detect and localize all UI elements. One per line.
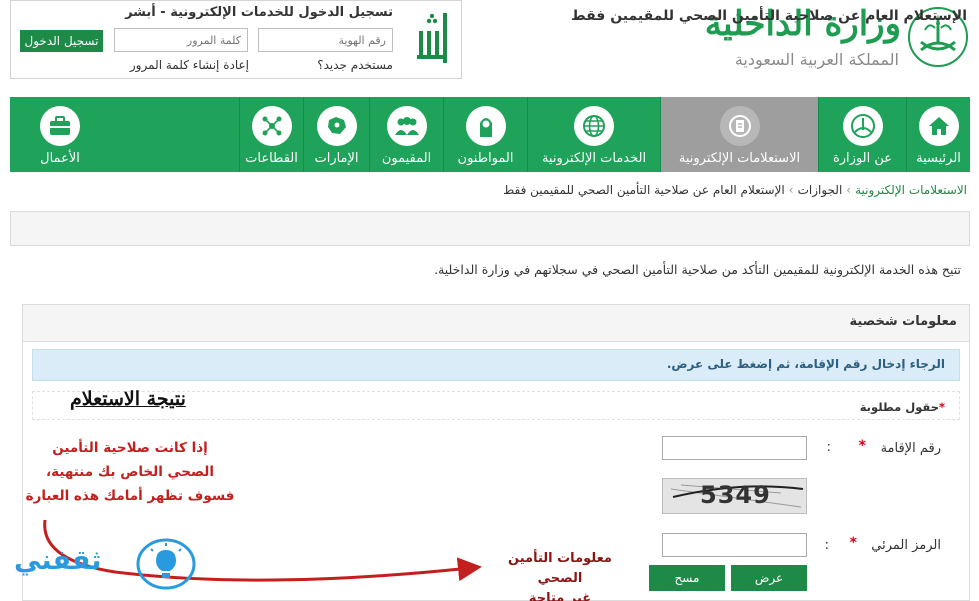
nav-label: الخدمات الإلكترونية [541,151,647,166]
breadcrumb-separator: › [846,183,852,197]
nav-item-business[interactable]: الأعمال [10,97,239,172]
nav-label: المقيمون [381,151,432,166]
watermark-text: ثقفني [14,545,102,576]
absher-logo [413,9,453,71]
result-heading-annotation: نتيجة الاستعلام [70,388,186,410]
section-header [22,304,970,342]
required-fields-note: *حقول مطلوبة [860,400,945,414]
captcha-text: 5349 [700,481,771,509]
briefcase-icon [40,106,80,146]
login-title: تسجيل الدخول للخدمات الإلكترونية - أبشر [125,5,393,20]
breadcrumb: الاستعلامات الإلكترونية›الجوازات›الإستعل… [503,183,967,197]
password-input[interactable] [114,28,248,52]
clear-button[interactable]: مسح [649,565,725,591]
nav-label: القطاعات [245,151,298,166]
note-line: غير متاحة [528,591,592,601]
page-title-bar [10,211,970,246]
section-title: معلومات شخصية [849,314,957,329]
info-message: الرجاء إدخال رقم الإقامة، ثم إضغط على عر… [666,357,945,371]
citizen-icon [465,106,506,146]
note-line: معلومات التأمين الصحي [508,551,612,586]
nav-item-regions[interactable]: الإمارات [303,97,369,172]
regions-icon [316,106,357,146]
visual-code-input[interactable] [662,533,807,557]
nav-item-about[interactable]: عن الوزارة [818,97,906,172]
expiry-note-annotation: إذا كانت صلاحية التأمين الصحي الخاص بك م… [18,436,242,508]
iqama-required-star: * [858,438,866,454]
nav-label: عن الوزارة [832,151,893,166]
sectors-icon [251,106,292,146]
note-line: الصحي الخاص بك منتهية، [46,464,214,480]
intro-text: تتيح هذه الخدمة الإلكترونية للمقيمين الت… [434,262,961,277]
home-icon [918,106,959,146]
ministry-subtitle: المملكة العربية السعودية [734,50,899,69]
nav-item-e-inquiries[interactable]: الاستعلامات الإلكترونية [660,97,818,172]
residents-icon [386,106,427,146]
nav-item-citizens[interactable]: المواطنون [443,97,527,172]
iqama-number-input[interactable] [662,436,807,460]
national-id-input[interactable] [258,28,393,52]
lightbulb-icon [135,536,197,592]
breadcrumb-separator: › [788,183,794,197]
insurance-unavailable-annotation: معلومات التأمين الصحي غير متاحة [485,549,635,601]
page-title: الإستعلام العام عن صلاحية التأمين الصحي … [571,8,967,24]
iqama-label: رقم الإقامة [880,441,941,456]
globe-icon [574,106,614,146]
note-line: إذا كانت صلاحية التأمين [52,440,208,456]
breadcrumb-item-passports[interactable]: الجوازات [798,183,843,197]
nav-label: الاستعلامات الإلكترونية [678,151,801,166]
iqama-colon: : [826,440,831,455]
visual-code-label: الرمز المرئي [871,538,941,553]
main-nav: الرئيسية عن الوزارة الاستعلامات الإلكترو… [10,97,970,172]
nav-label: المواطنون [457,151,514,166]
reset-password-link[interactable]: إعادة إنشاء كلمة المرور [130,58,249,72]
code-colon: : [824,538,829,553]
inquiry-icon [719,106,760,146]
emblem-icon [842,106,883,146]
breadcrumb-item-current: الإستعلام العام عن صلاحية التأمين الصحي … [503,183,785,197]
code-required-star: * [849,535,857,551]
nav-item-residents[interactable]: المقيمون [369,97,443,172]
required-star: * [938,400,945,414]
nav-item-e-services[interactable]: الخدمات الإلكترونية [527,97,660,172]
nav-business-inner: الأعمال [32,106,88,166]
required-note-text: حقول مطلوبة [859,400,939,414]
show-button[interactable]: عرض [731,565,807,591]
login-panel: تسجيل الدخول للخدمات الإلكترونية - أبشر … [10,0,462,79]
nav-label: الرئيسية [916,151,961,166]
nav-label: الأعمال [40,151,80,166]
nav-item-home[interactable]: الرئيسية [906,97,970,172]
note-line: فسوف تظهر أمامك هذه العبارة [25,488,235,504]
nav-label: الإمارات [314,151,359,166]
breadcrumb-item-e-inquiries[interactable]: الاستعلامات الإلكترونية [855,183,967,197]
login-button[interactable]: تسجيل الدخول [20,30,103,52]
nav-item-sectors[interactable]: القطاعات [239,97,303,172]
new-user-link[interactable]: مستخدم جديد؟ [317,58,393,72]
